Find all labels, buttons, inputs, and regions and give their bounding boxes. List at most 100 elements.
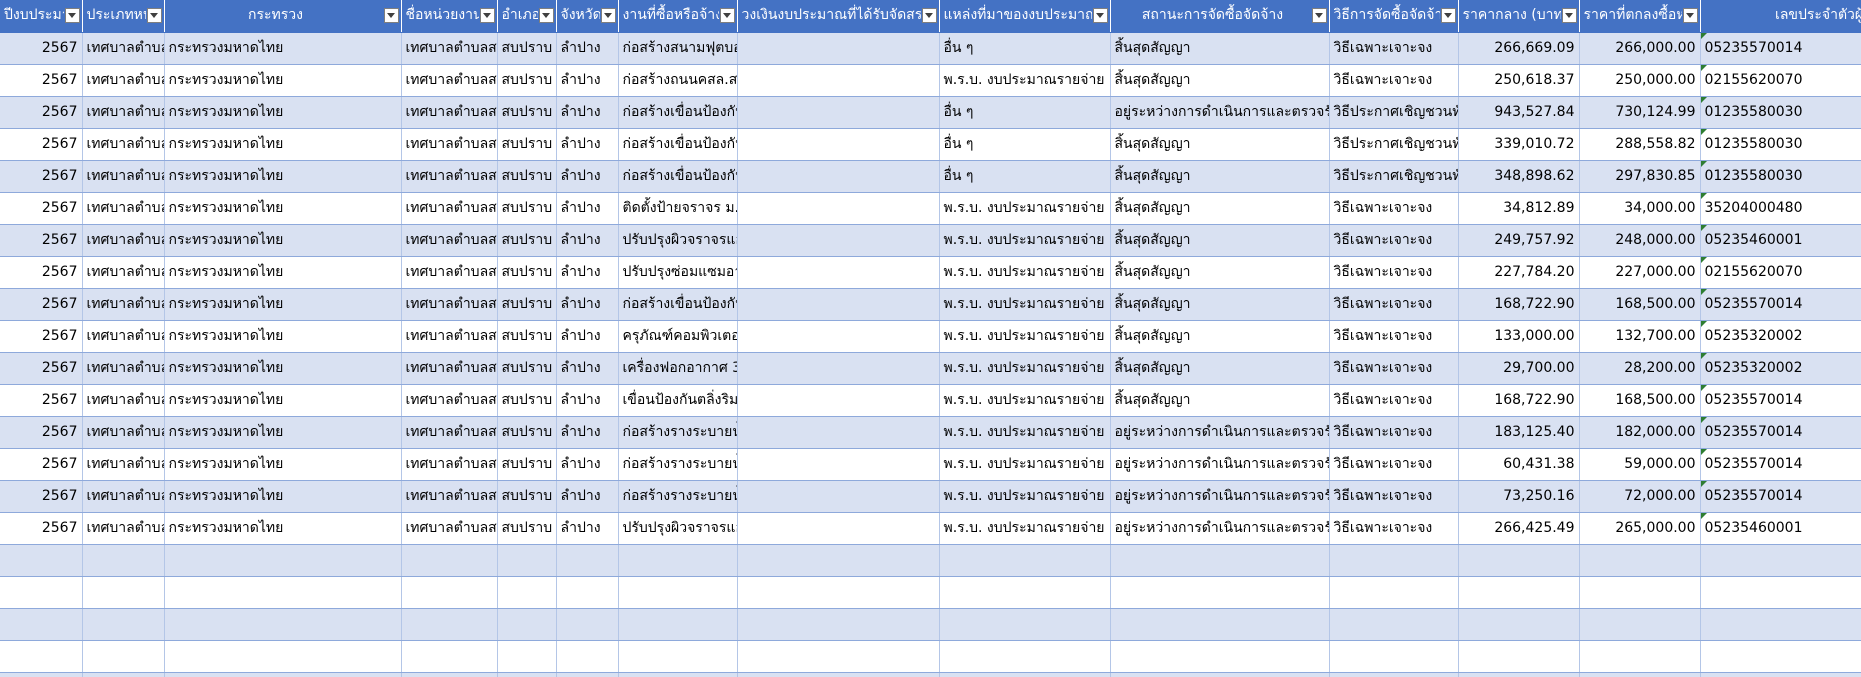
table-cell[interactable]: สบปราบ bbox=[497, 256, 557, 289]
table-cell[interactable]: 05235570014 bbox=[1700, 32, 1861, 65]
table-cell[interactable]: 02155620070 bbox=[1700, 64, 1861, 97]
table-cell[interactable]: อยู่ระหว่างการดำเนินการและตรวจรับ bbox=[1110, 480, 1330, 513]
table-cell[interactable]: วิธีเฉพาะเจาะจง bbox=[1329, 64, 1459, 97]
table-cell[interactable]: อยู่ระหว่างการดำเนินการและตรวจรับ bbox=[1110, 448, 1330, 481]
table-cell[interactable]: 2567 bbox=[0, 96, 83, 129]
empty-cell[interactable] bbox=[82, 672, 165, 677]
table-cell[interactable] bbox=[737, 224, 940, 257]
table-cell[interactable]: 28,200.00 bbox=[1579, 352, 1701, 385]
table-cell[interactable]: สบปราบ bbox=[497, 320, 557, 353]
table-cell[interactable]: 02155620070 bbox=[1700, 256, 1861, 289]
table-cell[interactable]: เทศบาลตำบล bbox=[82, 192, 165, 225]
table-cell[interactable]: วิธีเฉพาะเจาะจง bbox=[1329, 384, 1459, 417]
table-cell[interactable]: 2567 bbox=[0, 448, 83, 481]
table-cell[interactable] bbox=[737, 256, 940, 289]
table-cell[interactable]: ลำปาง bbox=[556, 320, 619, 353]
table-cell[interactable]: สบปราบ bbox=[497, 448, 557, 481]
table-cell[interactable]: อื่น ๆ bbox=[939, 160, 1111, 193]
empty-cell[interactable] bbox=[0, 544, 83, 577]
table-cell[interactable]: เทศบาลตำบล bbox=[82, 32, 165, 65]
table-cell[interactable]: เทศบาลตำบลสบปราบ bbox=[401, 128, 498, 161]
table-cell[interactable]: 2567 bbox=[0, 160, 83, 193]
table-cell[interactable]: สิ้นสุดสัญญา bbox=[1110, 320, 1330, 353]
table-cell[interactable]: 05235320002 bbox=[1700, 352, 1861, 385]
empty-cell[interactable] bbox=[1329, 544, 1459, 577]
empty-cell[interactable] bbox=[82, 640, 165, 673]
empty-cell[interactable] bbox=[556, 608, 619, 641]
column-header-13[interactable]: ราคาที่ตกลงซื้อหรือจ้าง bbox=[1579, 0, 1701, 33]
table-cell[interactable]: ปรับปรุงผิวจราจรแอสฟัลต์ ม.2 bbox=[618, 224, 738, 257]
table-cell[interactable]: กระทรวงมหาดไทย bbox=[164, 64, 402, 97]
empty-cell[interactable] bbox=[1458, 576, 1580, 609]
table-cell[interactable]: เทศบาลตำบล bbox=[82, 480, 165, 513]
column-header-10[interactable]: สถานะการจัดซื้อจัดจ้าง bbox=[1110, 0, 1330, 33]
table-cell[interactable]: สบปราบ bbox=[497, 128, 557, 161]
table-cell[interactable]: ลำปาง bbox=[556, 448, 619, 481]
table-cell[interactable]: วิธีเฉพาะเจาะจง bbox=[1329, 480, 1459, 513]
table-cell[interactable]: สิ้นสุดสัญญา bbox=[1110, 128, 1330, 161]
empty-cell[interactable] bbox=[556, 544, 619, 577]
table-cell[interactable]: 72,000.00 bbox=[1579, 480, 1701, 513]
table-cell[interactable]: 265,000.00 bbox=[1579, 512, 1701, 545]
table-cell[interactable]: สิ้นสุดสัญญา bbox=[1110, 32, 1330, 65]
table-cell[interactable]: 05235570014 bbox=[1700, 384, 1861, 417]
table-cell[interactable]: เทศบาลตำบล bbox=[82, 288, 165, 321]
filter-dropdown-icon[interactable] bbox=[538, 8, 554, 23]
empty-cell[interactable] bbox=[618, 608, 738, 641]
empty-cell[interactable] bbox=[0, 672, 83, 677]
table-cell[interactable]: พ.ร.บ. งบประมาณรายจ่าย bbox=[939, 320, 1111, 353]
table-cell[interactable]: ลำปาง bbox=[556, 384, 619, 417]
table-cell[interactable]: 60,431.38 bbox=[1458, 448, 1580, 481]
table-cell[interactable]: 168,722.90 bbox=[1458, 288, 1580, 321]
table-cell[interactable]: กระทรวงมหาดไทย bbox=[164, 320, 402, 353]
empty-cell[interactable] bbox=[1700, 640, 1861, 673]
table-cell[interactable]: ก่อสร้างสนามฟุตบอล 7 คน โททๆ bbox=[618, 32, 738, 65]
table-cell[interactable] bbox=[737, 384, 940, 417]
empty-cell[interactable] bbox=[1110, 576, 1330, 609]
table-cell[interactable]: 250,618.37 bbox=[1458, 64, 1580, 97]
table-cell[interactable]: เทศบาลตำบลสบปราบ bbox=[401, 448, 498, 481]
filter-dropdown-icon[interactable] bbox=[1561, 8, 1577, 23]
table-cell[interactable]: 248,000.00 bbox=[1579, 224, 1701, 257]
table-cell[interactable]: เทศบาลตำบลสบปราบ bbox=[401, 32, 498, 65]
table-cell[interactable]: สิ้นสุดสัญญา bbox=[1110, 64, 1330, 97]
table-cell[interactable]: 288,558.82 bbox=[1579, 128, 1701, 161]
column-header-7[interactable]: งานที่ซื้อหรือจ้าง bbox=[618, 0, 738, 33]
table-cell[interactable]: กระทรวงมหาดไทย bbox=[164, 480, 402, 513]
table-cell[interactable]: 2567 bbox=[0, 512, 83, 545]
spreadsheet-grid[interactable]: ปีงบประมาณ ประเภทหน่วยงาน กระทรวง ชื่อหน่วย… bbox=[0, 0, 1861, 677]
table-cell[interactable]: พ.ร.บ. งบประมาณรายจ่าย bbox=[939, 288, 1111, 321]
empty-cell[interactable] bbox=[82, 576, 165, 609]
table-cell[interactable]: สบปราบ bbox=[497, 160, 557, 193]
table-cell[interactable]: เทศบาลตำบลสบปราบ bbox=[401, 416, 498, 449]
table-cell[interactable]: 2567 bbox=[0, 320, 83, 353]
empty-cell[interactable] bbox=[939, 608, 1111, 641]
table-cell[interactable]: พ.ร.บ. งบประมาณรายจ่าย bbox=[939, 416, 1111, 449]
table-cell[interactable]: อื่น ๆ bbox=[939, 32, 1111, 65]
table-cell[interactable]: กระทรวงมหาดไทย bbox=[164, 288, 402, 321]
table-cell[interactable]: วิธีเฉพาะเจาะจง bbox=[1329, 512, 1459, 545]
table-cell[interactable]: 2567 bbox=[0, 64, 83, 97]
empty-cell[interactable] bbox=[1110, 640, 1330, 673]
column-header-6[interactable]: จังหวัด bbox=[556, 0, 619, 33]
table-cell[interactable]: ติดตั้งป้ายจราจร ม.1 bbox=[618, 192, 738, 225]
table-cell[interactable]: กระทรวงมหาดไทย bbox=[164, 416, 402, 449]
table-cell[interactable]: เทศบาลตำบล bbox=[82, 448, 165, 481]
empty-cell[interactable] bbox=[1579, 576, 1701, 609]
empty-cell[interactable] bbox=[939, 576, 1111, 609]
table-cell[interactable]: 730,124.99 bbox=[1579, 96, 1701, 129]
table-cell[interactable]: ก่อสร้างรางระบายน้ำ คสล.ถนนสายซอย9 บริเว… bbox=[618, 480, 738, 513]
table-cell[interactable]: 2567 bbox=[0, 128, 83, 161]
table-cell[interactable]: ก่อสร้างรางระบายน้ำ คสล.ถนนสายหน้าบ้านนา… bbox=[618, 448, 738, 481]
column-header-12[interactable]: ราคากลาง (บาท) bbox=[1458, 0, 1580, 33]
empty-cell[interactable] bbox=[618, 672, 738, 677]
empty-cell[interactable] bbox=[1579, 672, 1701, 677]
table-cell[interactable]: 05235570014 bbox=[1700, 288, 1861, 321]
table-cell[interactable]: 132,700.00 bbox=[1579, 320, 1701, 353]
empty-cell[interactable] bbox=[1329, 672, 1459, 677]
table-cell[interactable]: วิธีเฉพาะเจาะจง bbox=[1329, 416, 1459, 449]
empty-cell[interactable] bbox=[0, 576, 83, 609]
table-cell[interactable]: เทศบาลตำบลสบปราบ bbox=[401, 512, 498, 545]
table-cell[interactable]: เทศบาลตำบลสบปราบ bbox=[401, 384, 498, 417]
empty-cell[interactable] bbox=[401, 576, 498, 609]
